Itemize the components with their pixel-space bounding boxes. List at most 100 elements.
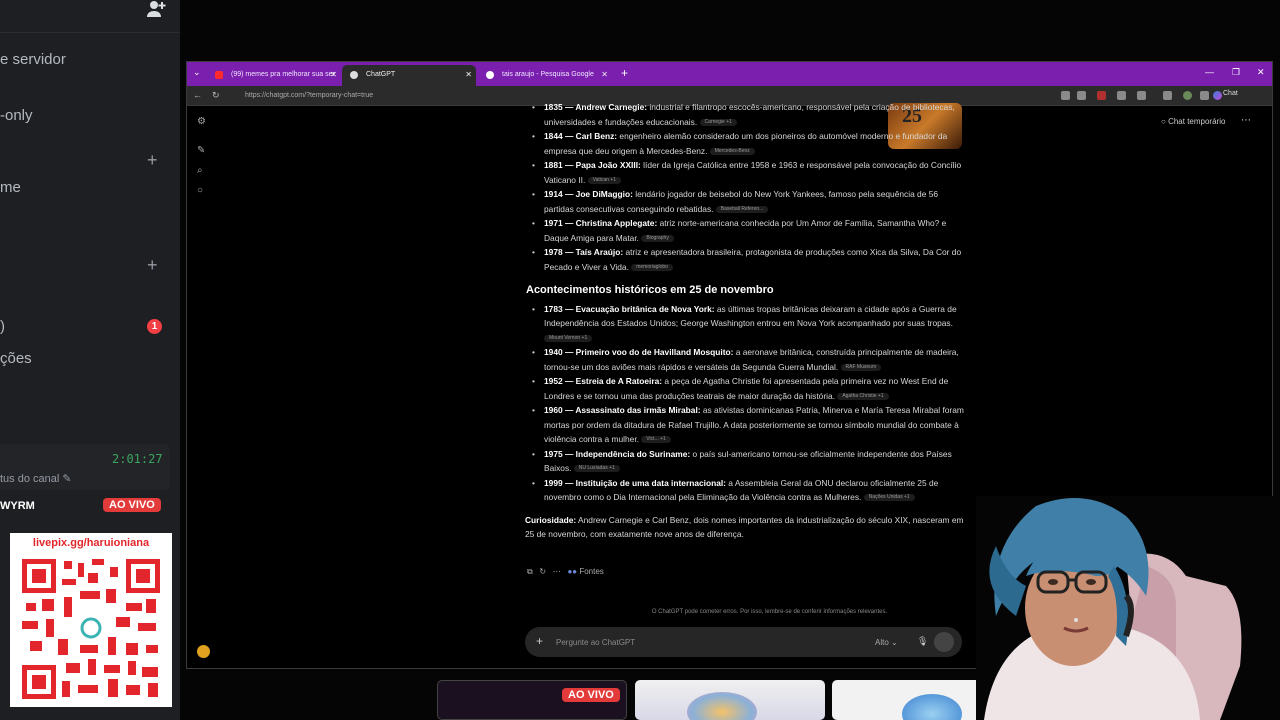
- more-icon[interactable]: ⋯: [553, 567, 561, 576]
- pencil-icon[interactable]: ✎: [62, 473, 71, 485]
- url-text: https://chatgpt.com/?temporary-chat=true: [245, 92, 374, 99]
- model-selector[interactable]: Alto ⌄: [875, 638, 898, 647]
- channel-item-only[interactable]: -only: [0, 107, 33, 124]
- add-channel-icon[interactable]: +: [147, 150, 158, 171]
- tab-label: ChatGPT: [366, 71, 396, 78]
- tab-label: tais araujo - Pesquisa Google: [502, 71, 594, 78]
- attach-icon[interactable]: +: [536, 634, 543, 648]
- chat-composer: + Pergunte ao ChatGPT Alto ⌄ 🎙︎: [525, 627, 962, 657]
- close-tab-icon[interactable]: ✕: [465, 70, 472, 79]
- tab-google[interactable]: tais araujo - Pesquisa Google ✕: [478, 65, 612, 86]
- item-title: 1835 — Andrew Carnegie:: [544, 102, 648, 112]
- events-heading: Acontecimentos históricos em 25 de novem…: [526, 284, 774, 296]
- births-list: 1835 — Andrew Carnegie: industrial e fil…: [525, 100, 965, 274]
- qr-url: livepix.gg/haruioniana: [32, 537, 150, 549]
- item-title: 1975 — Independência do Suriname:: [544, 448, 691, 459]
- youtube-icon: [215, 71, 223, 79]
- chat-bubble-icon[interactable]: ○: [197, 185, 208, 196]
- chat-button[interactable]: Chat: [1223, 90, 1238, 97]
- live-badge: AO VIVO: [562, 688, 620, 702]
- list-item: 1975 — Independência do Suriname: o país…: [525, 447, 965, 476]
- tab-label: (99) memes pra melhorar sua ser: [231, 71, 335, 78]
- extension-icon[interactable]: [1137, 91, 1146, 100]
- assistant-response: 1835 — Andrew Carnegie: industrial e fil…: [525, 100, 965, 542]
- citation-chip[interactable]: Agatha Christie +1: [837, 392, 889, 400]
- voice-mode-button[interactable]: [934, 632, 954, 652]
- extension-icon[interactable]: [1097, 91, 1106, 100]
- divider: [0, 32, 180, 33]
- citation-chip[interactable]: memoriaglobo: [631, 263, 673, 271]
- back-icon[interactable]: ←: [193, 90, 202, 100]
- sources-button[interactable]: ●● Fontes: [567, 567, 603, 576]
- tab-chatgpt[interactable]: ChatGPT ✕: [342, 65, 476, 86]
- channel-item-server[interactable]: e servidor: [0, 51, 66, 68]
- regenerate-icon[interactable]: ↻: [539, 567, 546, 576]
- citation-chip[interactable]: Carnegie +1: [699, 118, 737, 126]
- item-title: 1978 — Taís Araújo:: [544, 247, 624, 257]
- citation-chip[interactable]: Vatican +1: [587, 176, 622, 184]
- google-icon: [486, 71, 494, 79]
- tab-youtube[interactable]: (99) memes pra melhorar sua ser ✕: [207, 65, 341, 86]
- close-tab-icon[interactable]: ✕: [601, 70, 608, 79]
- citation-chip[interactable]: Mercedes-Benz: [709, 147, 755, 155]
- maximize-icon[interactable]: ❐: [1232, 67, 1240, 78]
- channel-status[interactable]: tus do canal ✎: [0, 472, 72, 485]
- citation-chip[interactable]: Vict... +1: [641, 436, 671, 444]
- add-channel-icon[interactable]: +: [147, 255, 158, 276]
- list-item: 1978 — Taís Araújo: atriz e apresentador…: [525, 245, 965, 274]
- channel-item-dot[interactable]: ): [0, 318, 5, 335]
- microphone-icon[interactable]: 🎙︎: [917, 636, 928, 647]
- message-actions: ⧉ ↻ ⋯ ●● Fontes: [527, 567, 604, 577]
- call-timer: 2:01:27: [112, 452, 163, 466]
- citation-chip[interactable]: NU Lusíadas +1: [573, 465, 620, 473]
- citation-chip[interactable]: RAF Museum: [840, 363, 882, 371]
- chat-bubble-icon: ○: [1161, 117, 1166, 126]
- profile-icon[interactable]: [1183, 91, 1192, 100]
- qr-card: livepix.gg/haruioniana: [10, 533, 172, 707]
- list-item: 1914 — Joe DiMaggio: lendário jogador de…: [525, 187, 965, 216]
- channel-item-me[interactable]: me: [0, 179, 21, 196]
- notification-badge: 1: [147, 319, 162, 334]
- channel-item-cacoes[interactable]: ções: [0, 350, 32, 367]
- new-chat-icon[interactable]: ✎: [197, 145, 208, 156]
- extension-icon[interactable]: [1117, 91, 1126, 100]
- menu-icon[interactable]: [1200, 91, 1209, 100]
- stream-thumbnail[interactable]: [832, 680, 982, 720]
- tab-list-icon[interactable]: ⌄: [193, 67, 201, 78]
- add-user-icon[interactable]: [146, 0, 166, 18]
- prompt-input[interactable]: Pergunte ao ChatGPT: [556, 638, 635, 647]
- thumbnail-art: [902, 694, 962, 720]
- citation-chip[interactable]: Mount Vernon +1: [544, 334, 593, 342]
- citation-chip[interactable]: Biography: [641, 234, 674, 242]
- favorites-icon[interactable]: [1163, 91, 1172, 100]
- copilot-icon[interactable]: [1213, 91, 1222, 100]
- minimize-icon[interactable]: —: [1205, 67, 1214, 77]
- model-label: Alto: [875, 638, 889, 647]
- close-tab-icon[interactable]: ✕: [330, 70, 337, 79]
- star-icon[interactable]: [1077, 91, 1086, 100]
- stream-thumbnail[interactable]: [635, 680, 825, 720]
- citation-chip[interactable]: Baseball Referen...: [715, 205, 769, 213]
- sources-label: Fontes: [579, 567, 604, 576]
- list-item: 1783 — Evacuação britânica de Nova York:…: [525, 302, 965, 346]
- list-item: 1952 — Estreia de A Ratoeira: a peça de …: [525, 374, 965, 403]
- openai-logo-icon[interactable]: ⚙: [197, 116, 208, 127]
- item-title: 1844 — Carl Benz:: [544, 131, 618, 141]
- more-options-icon[interactable]: ⋯: [1241, 115, 1251, 126]
- item-title: 1971 — Christina Applegate:: [544, 218, 658, 228]
- list-item: 1971 — Christina Applegate: atriz norte-…: [525, 216, 965, 245]
- thumbnail-art: [687, 692, 757, 720]
- temporary-chat-toggle[interactable]: ○ Chat temporário: [1161, 117, 1225, 126]
- reload-icon[interactable]: ↻: [212, 90, 220, 101]
- citation-chip[interactable]: Nações Unidas +1: [863, 494, 915, 502]
- item-title: 1881 — Papa João XXIII:: [544, 160, 641, 170]
- copy-icon[interactable]: ⧉: [527, 567, 533, 576]
- close-window-icon[interactable]: ✕: [1257, 67, 1265, 78]
- list-item: 1960 — Assassinato das irmãs Mirabal: as…: [525, 403, 965, 447]
- search-icon[interactable]: ⌕: [197, 165, 208, 176]
- status-dot-icon[interactable]: [197, 645, 210, 658]
- list-item: 1881 — Papa João XXIII: líder da Igreja …: [525, 158, 965, 187]
- reader-icon[interactable]: [1061, 91, 1070, 100]
- new-tab-icon[interactable]: +: [621, 66, 628, 80]
- live-badge: AO VIVO: [103, 498, 161, 512]
